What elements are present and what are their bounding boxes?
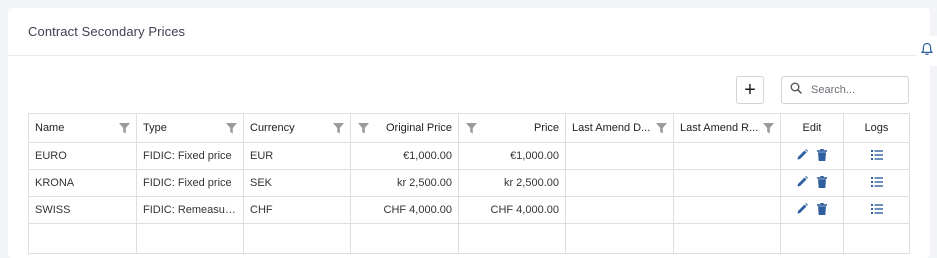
cell-edit — [780, 142, 844, 170]
empty-row — [28, 223, 910, 254]
column-label: Original Price — [385, 122, 452, 134]
cell-name: EURO — [28, 142, 137, 170]
column-header-last-amend-date[interactable]: Last Amend D... — [565, 113, 674, 143]
grid-toolbar: + — [8, 76, 930, 106]
table-row[interactable]: EURO FIDIC: Fixed price EUR €1,000.00 €1… — [28, 142, 910, 170]
column-label: Type — [143, 122, 167, 134]
prices-grid: Name Type Currency Original Price Price … — [28, 113, 910, 254]
cell-original-price: kr 2,500.00 — [350, 169, 459, 197]
cell-last-amend-date — [565, 196, 674, 224]
table-row[interactable]: SWISS FIDIC: Remeasure... CHF CHF 4,000.… — [28, 196, 910, 224]
bell-icon — [920, 42, 934, 61]
card-title: Contract Secondary Prices — [28, 24, 186, 39]
column-label: Currency — [250, 122, 295, 134]
filter-icon[interactable] — [226, 123, 237, 137]
cell-price: CHF 4,000.00 — [458, 196, 566, 224]
cell-currency: SEK — [243, 169, 351, 197]
filter-icon[interactable] — [333, 123, 344, 137]
contract-secondary-prices-card: Contract Secondary Prices + Name Type — [8, 8, 930, 258]
cell-original-price: CHF 4,000.00 — [350, 196, 459, 224]
side-notification-tab[interactable] — [917, 36, 937, 66]
filter-icon[interactable] — [763, 123, 774, 137]
column-header-original-price[interactable]: Original Price — [350, 113, 459, 143]
cell-original-price: €1,000.00 — [350, 142, 459, 170]
cell-logs — [843, 142, 910, 170]
pencil-icon[interactable] — [797, 176, 808, 187]
filter-icon[interactable] — [656, 123, 667, 137]
search-box[interactable] — [781, 76, 909, 104]
cell-price: kr 2,500.00 — [458, 169, 566, 197]
header-row: Name Type Currency Original Price Price … — [28, 113, 910, 143]
list-icon[interactable] — [870, 176, 883, 187]
cell-logs — [843, 196, 910, 224]
column-label: Price — [533, 122, 559, 134]
cell-logs — [843, 169, 910, 197]
table-row[interactable]: KRONA FIDIC: Fixed price SEK kr 2,500.00… — [28, 169, 910, 197]
search-icon — [790, 81, 802, 99]
column-label: Last Amend D... — [572, 122, 651, 134]
column-header-logs: Logs — [843, 113, 910, 143]
search-input[interactable] — [809, 83, 899, 97]
cell-last-amend-reason — [673, 196, 781, 224]
cell-type: FIDIC: Fixed price — [136, 169, 244, 197]
pencil-icon[interactable] — [797, 149, 808, 160]
list-icon[interactable] — [870, 203, 883, 214]
cell-last-amend-reason — [673, 142, 781, 170]
column-header-edit: Edit — [780, 113, 844, 143]
cell-edit — [780, 196, 844, 224]
cell-name: KRONA — [28, 169, 137, 197]
trash-icon[interactable] — [817, 202, 827, 215]
cell-type: FIDIC: Fixed price — [136, 142, 244, 170]
column-label: Last Amend R... — [680, 122, 759, 134]
cell-currency: CHF — [243, 196, 351, 224]
column-label: Edit — [802, 122, 822, 134]
cell-name: SWISS — [28, 196, 137, 224]
column-header-type[interactable]: Type — [136, 113, 244, 143]
filter-icon[interactable] — [119, 123, 130, 137]
list-icon[interactable] — [870, 149, 883, 160]
filter-icon[interactable] — [466, 123, 477, 137]
pencil-icon[interactable] — [797, 203, 808, 214]
cell-currency: EUR — [243, 142, 351, 170]
column-header-name[interactable]: Name — [28, 113, 137, 143]
column-label: Logs — [864, 122, 889, 134]
cell-last-amend-date — [565, 169, 674, 197]
cell-last-amend-reason — [673, 169, 781, 197]
column-header-currency[interactable]: Currency — [243, 113, 351, 143]
cell-type: FIDIC: Remeasure... — [136, 196, 244, 224]
column-header-last-amend-reason[interactable]: Last Amend R... — [673, 113, 781, 143]
filter-icon[interactable] — [358, 123, 369, 137]
column-header-price[interactable]: Price — [458, 113, 566, 143]
trash-icon[interactable] — [817, 148, 827, 161]
add-price-button[interactable]: + — [736, 76, 764, 104]
column-label: Name — [35, 122, 65, 134]
cell-price: €1,000.00 — [458, 142, 566, 170]
cell-last-amend-date — [565, 142, 674, 170]
trash-icon[interactable] — [817, 175, 827, 188]
cell-edit — [780, 169, 844, 197]
card-header: Contract Secondary Prices — [8, 8, 930, 56]
